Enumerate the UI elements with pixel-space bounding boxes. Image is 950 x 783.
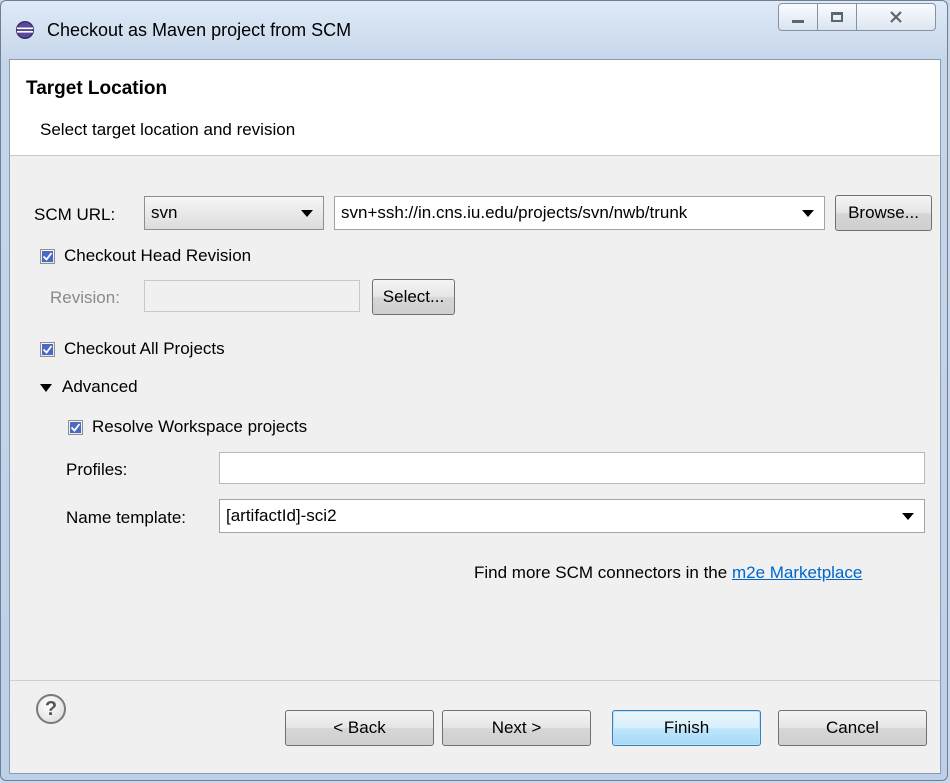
checkout-head-revision-checkbox[interactable] xyxy=(40,249,55,264)
marketplace-prefix: Find more SCM connectors in the xyxy=(474,563,728,582)
scm-type-value: svn xyxy=(151,203,178,222)
m2e-marketplace-link[interactable]: m2e Marketplace xyxy=(732,563,862,582)
select-revision-button[interactable]: Select... xyxy=(372,279,455,315)
maximize-icon xyxy=(831,12,843,22)
maximize-button[interactable] xyxy=(817,3,857,31)
next-button[interactable]: Next > xyxy=(442,710,591,746)
dialog-window: Checkout as Maven project from SCM Targe… xyxy=(0,0,948,781)
revision-label: Revision: xyxy=(50,288,120,307)
scm-url-combo[interactable]: svn+ssh://in.cns.iu.edu/projects/svn/nwb… xyxy=(334,196,825,230)
page-title: Target Location xyxy=(26,78,168,99)
chevron-down-icon xyxy=(802,210,814,217)
check-icon xyxy=(42,344,53,355)
cancel-button[interactable]: Cancel xyxy=(778,710,927,746)
checkout-head-revision-label: Checkout Head Revision xyxy=(64,246,252,265)
back-button[interactable]: < Back xyxy=(285,710,434,746)
scm-type-combo[interactable]: svn xyxy=(144,196,324,230)
resolve-workspace-checkbox[interactable] xyxy=(68,420,83,435)
resolve-workspace-label: Resolve Workspace projects xyxy=(92,417,308,436)
help-icon[interactable]: ? xyxy=(36,694,66,724)
name-template-label: Name template: xyxy=(66,508,186,527)
eclipse-icon xyxy=(16,21,34,39)
checkout-all-projects-label: Checkout All Projects xyxy=(64,339,225,358)
advanced-section-toggle[interactable]: Advanced xyxy=(62,377,138,397)
window-title: Checkout as Maven project from SCM xyxy=(47,20,352,40)
chevron-down-icon xyxy=(902,513,914,520)
name-template-value: [artifactId]-sci2 xyxy=(226,506,337,525)
wizard-header: Target Location Select target location a… xyxy=(10,60,940,156)
dialog-client-area: Target Location Select target location a… xyxy=(9,59,941,774)
minimize-button[interactable] xyxy=(778,3,818,31)
browse-button[interactable]: Browse... xyxy=(835,195,932,231)
marketplace-text: Find more SCM connectors in the m2e Mark… xyxy=(474,563,862,583)
checkout-all-projects-checkbox[interactable] xyxy=(40,342,55,357)
title-bar: Checkout as Maven project from SCM xyxy=(1,1,947,59)
close-button[interactable] xyxy=(856,3,936,31)
page-description: Select target location and revision xyxy=(40,120,296,139)
chevron-down-icon xyxy=(301,210,313,217)
profiles-label: Profiles: xyxy=(66,460,128,479)
close-icon xyxy=(890,11,902,23)
profiles-input[interactable] xyxy=(219,452,925,484)
finish-button[interactable]: Finish xyxy=(612,710,761,746)
scm-url-label: SCM URL: xyxy=(34,205,116,224)
check-icon xyxy=(42,251,53,262)
name-template-combo[interactable]: [artifactId]-sci2 xyxy=(219,499,925,533)
revision-input[interactable] xyxy=(144,280,360,312)
check-icon xyxy=(70,422,81,433)
minimize-icon xyxy=(792,19,804,23)
footer-separator xyxy=(10,680,940,681)
expand-triangle-icon[interactable] xyxy=(40,384,52,392)
scm-url-value: svn+ssh://in.cns.iu.edu/projects/svn/nwb… xyxy=(341,203,688,222)
